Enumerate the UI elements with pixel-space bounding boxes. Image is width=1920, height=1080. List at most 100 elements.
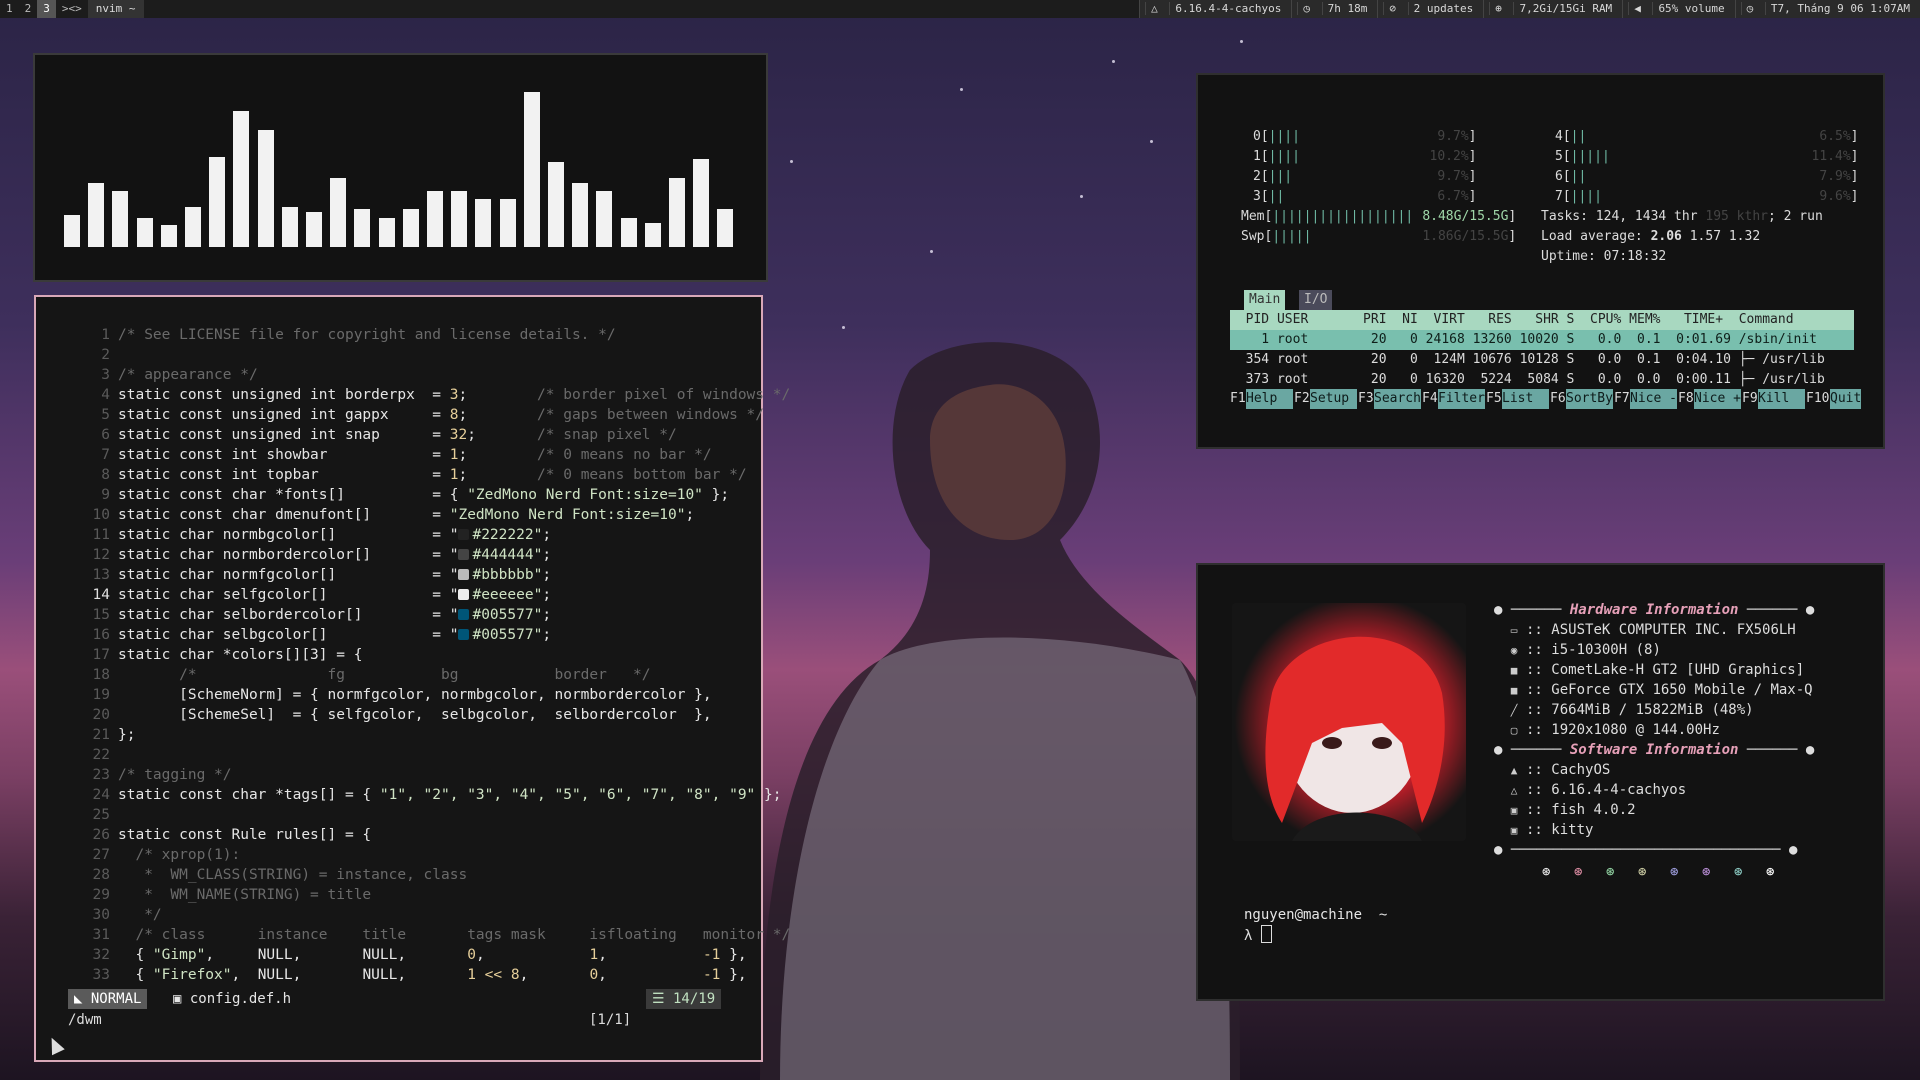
cpu-bars: || bbox=[1570, 169, 1587, 184]
code-line[interactable]: 4 static const unsigned int borderpx = 3;… bbox=[36, 385, 790, 405]
swap-value: 1.86G/15.5G bbox=[1422, 229, 1509, 244]
fkey-button[interactable]: List bbox=[1502, 389, 1549, 409]
tab-io[interactable]: I/O bbox=[1299, 290, 1333, 310]
fkey-button[interactable]: Quit bbox=[1830, 389, 1862, 409]
code-token: }; bbox=[755, 787, 782, 803]
code-token: static char normbgcolor[] = " bbox=[118, 527, 459, 543]
code-line[interactable]: 18 /* fg bg border */ bbox=[36, 665, 651, 685]
code-line[interactable]: 17 static char *colors[][3] = { bbox=[36, 645, 363, 665]
sw-item: ▣:: fish 4.0.2 bbox=[1508, 800, 1636, 820]
fkey-button[interactable]: Help bbox=[1246, 389, 1293, 409]
code-line[interactable]: 30 */ bbox=[36, 905, 162, 925]
tab-main[interactable]: Main bbox=[1244, 290, 1286, 310]
nvim-window[interactable]: 1 /* See LICENSE file for copyright and l… bbox=[34, 295, 790, 1062]
code-line[interactable]: 3 /* appearance */ bbox=[36, 365, 257, 385]
code-token: 1 bbox=[589, 947, 599, 963]
palette-icon: ⊛ bbox=[1702, 864, 1711, 880]
code-token: "ZedMono Nerd Font:size=10" bbox=[449, 507, 686, 523]
code-token: }, bbox=[720, 947, 747, 963]
code-line[interactable]: 25 bbox=[36, 805, 118, 825]
code-line[interactable]: 33 { "Firefox", NULL, NULL, 1 << 8, 0, -… bbox=[36, 965, 747, 985]
code-line[interactable]: 12 static char normbordercolor[] = " #4444… bbox=[36, 545, 552, 565]
fkey-button[interactable]: SortBy bbox=[1566, 389, 1613, 409]
code-line[interactable]: 15 static char selbordercolor[] = " #00557… bbox=[36, 605, 552, 625]
code-line[interactable]: 16 static char selbgcolor[] = " #005577"; bbox=[36, 625, 552, 645]
code-line[interactable]: 2 bbox=[36, 345, 118, 365]
code-line[interactable]: 21}; bbox=[36, 725, 136, 745]
code-line[interactable]: 10 static const char dmenufont[] = "ZedMo… bbox=[36, 505, 695, 525]
code-token: }; bbox=[702, 487, 730, 503]
fkey-label: F6 bbox=[1550, 391, 1566, 406]
terminal-icon: ▣ bbox=[1510, 824, 1518, 837]
line-number: 15 bbox=[92, 607, 110, 623]
line-number: 10 bbox=[92, 507, 110, 523]
fkey-label: F3 bbox=[1358, 391, 1374, 406]
code-line[interactable]: 26 static const Rule rules[] = { bbox=[36, 825, 372, 845]
process-row[interactable]: 354 root 20 0 124M 10676 10128 S 0.0 0.1… bbox=[1230, 350, 1854, 370]
kthreads: 195 kthr bbox=[1697, 209, 1768, 224]
code-line[interactable]: 8 static const int topbar = 1; /* 0 means… bbox=[36, 465, 747, 485]
fkey-button[interactable]: Nice + bbox=[1694, 389, 1741, 409]
fkey-label: F7 bbox=[1614, 391, 1630, 406]
audio-visualizer-window[interactable] bbox=[33, 53, 768, 282]
swap-bars: ||||| bbox=[1272, 229, 1312, 244]
cursor-position: ☰ 14/19 bbox=[646, 989, 722, 1009]
fkey-button[interactable]: Setup bbox=[1310, 389, 1357, 409]
code-line[interactable]: 20 [SchemeSel] = { selfgcolor, selbgcolo… bbox=[36, 705, 712, 725]
prompt-input[interactable]: λ bbox=[1244, 925, 1272, 946]
line-number: 9 bbox=[101, 487, 110, 503]
updates-module: ⊘ 2 updates bbox=[1377, 0, 1483, 18]
code-line[interactable]: 9 static const char *fonts[] = { "ZedMono… bbox=[36, 485, 729, 505]
code-token: /* tagging */ bbox=[118, 767, 232, 783]
code-line[interactable]: 19 [SchemeNorm] = { normfgcolor, normbgc… bbox=[36, 685, 712, 705]
code-token: static char selbordercolor[] = " bbox=[118, 607, 459, 623]
code-line[interactable]: 14 static char selfgcolor[] = " #eeeeee"; bbox=[36, 585, 552, 605]
code-token: static const char *tags[] = { bbox=[118, 787, 380, 803]
code-line[interactable]: 1 /* See LICENSE file for copyright and l… bbox=[36, 325, 615, 345]
code-line[interactable]: 31 /* class instance title tags mask isf… bbox=[36, 925, 791, 945]
code-line[interactable]: 24 static const char *tags[] = { "1", "2"… bbox=[36, 785, 782, 805]
mode-indicator: ◣ NORMAL bbox=[68, 989, 148, 1009]
command-line[interactable]: /dwm bbox=[68, 1010, 768, 1030]
code-line[interactable]: 7 static const int showbar = 1; /* 0 mean… bbox=[36, 445, 711, 465]
code-line[interactable]: 13 static char normfgcolor[] = " #bbbbbb"; bbox=[36, 565, 552, 585]
code-line[interactable]: 6 static const unsigned int snap = 32; /*… bbox=[36, 425, 676, 445]
cpu-id: 2 bbox=[1253, 169, 1261, 184]
fkey-button[interactable]: Search bbox=[1374, 389, 1421, 409]
code-token: ; bbox=[458, 407, 538, 423]
visualizer-bar bbox=[88, 183, 105, 247]
code-token: static const unsigned int borderpx = bbox=[118, 387, 450, 403]
visualizer-bar bbox=[185, 207, 201, 247]
process-row[interactable]: 1 root 20 0 24168 13260 10020 S 0.0 0.1 … bbox=[1230, 330, 1854, 350]
fkey-button[interactable]: Nice - bbox=[1630, 389, 1677, 409]
sw-item: ▣:: kitty bbox=[1508, 820, 1594, 840]
line-number: 21 bbox=[92, 727, 110, 743]
code-line[interactable]: 22 bbox=[36, 745, 118, 765]
code-line[interactable]: 28 * WM_CLASS(STRING) = instance, class bbox=[36, 865, 468, 885]
tag-1[interactable]: 1 bbox=[0, 0, 19, 18]
memory-icon: ╱ bbox=[1510, 704, 1518, 717]
load-label: Load average: bbox=[1541, 229, 1651, 244]
cpu-value: 11.4% bbox=[1811, 149, 1851, 164]
visualizer-bar bbox=[572, 183, 589, 247]
os-icon: ▲ bbox=[1510, 764, 1518, 777]
tag-2[interactable]: 2 bbox=[19, 0, 38, 18]
tag-3[interactable]: 3 bbox=[37, 0, 56, 18]
cpu-bars: |||| bbox=[1268, 149, 1300, 164]
code-line[interactable]: 32 { "Gimp", NULL, NULL, 0, 1, -1 }, bbox=[36, 945, 747, 965]
code-line[interactable]: 29 * WM_NAME(STRING) = title bbox=[36, 885, 372, 905]
line-number: 18 bbox=[92, 667, 110, 683]
fkey-label: F4 bbox=[1422, 391, 1438, 406]
code-line[interactable]: 5 static const unsigned int gappx = 8; /*… bbox=[36, 405, 764, 425]
fkey-button[interactable]: Filter bbox=[1438, 389, 1485, 409]
code-line[interactable]: 23 /* tagging */ bbox=[36, 765, 232, 785]
code-token: #bbbbbb" bbox=[472, 567, 543, 583]
code-line[interactable]: 11 static char normbgcolor[] = " #222222"; bbox=[36, 525, 552, 545]
cpu-meter: 2[||| 9.7%] bbox=[1253, 167, 1476, 187]
code-token: /* 0 means bottom bar */ bbox=[537, 467, 747, 483]
layout-symbol[interactable]: ><> bbox=[56, 0, 88, 18]
fkey-button[interactable]: Kill bbox=[1758, 389, 1805, 409]
code-line[interactable]: 27 /* xprop(1): bbox=[36, 845, 241, 865]
process-row[interactable]: 373 root 20 0 16320 5224 5084 S 0.0 0.0 … bbox=[1230, 370, 1854, 390]
htop-window[interactable]: 0[|||| 9.7%] 1[|||| 10.2%] 2[||| 9.7%] 3[|| 6.7… bbox=[1196, 73, 1885, 449]
